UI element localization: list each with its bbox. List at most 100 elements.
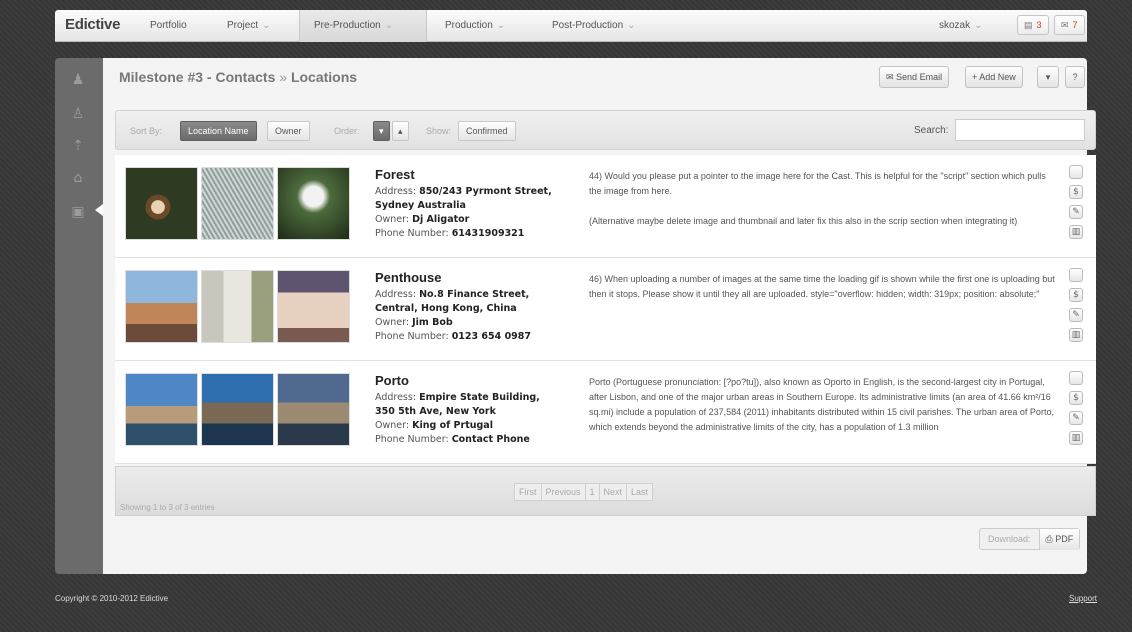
trash-icon[interactable]: ▥ — [1069, 431, 1083, 445]
location-phone: Phone Number: Contact Phone — [375, 434, 530, 445]
location-photo[interactable] — [277, 167, 350, 240]
nav-production[interactable]: Production ⌄ — [445, 20, 505, 31]
download-group: Download: ⎙ PDF — [979, 528, 1081, 550]
location-owner: Owner: Dj Aligator — [375, 214, 470, 225]
active-indicator — [95, 204, 103, 216]
location-photo[interactable] — [125, 167, 198, 240]
briefcase-icon[interactable]: ▣ — [67, 204, 89, 220]
order-label: Order: — [334, 126, 360, 136]
chevron-down-icon: ▾ — [1045, 72, 1051, 82]
location-address: Address: 850/243 Pyrmont Street, — [375, 186, 552, 197]
entries-info: Showing 1 to 3 of 3 entries — [120, 503, 215, 512]
first-page-button[interactable]: First — [515, 484, 542, 500]
page-1-button[interactable]: 1 — [586, 484, 600, 500]
main-panel: Milestone #3 - Contacts » Locations ✉ Se… — [103, 58, 1096, 574]
pdf-icon: ⎙ — [1045, 534, 1056, 544]
row-actions: $ ✎ ▥ — [1069, 371, 1083, 451]
sort-owner-button[interactable]: Owner — [267, 121, 310, 141]
list-item: Forest Address: 850/243 Pyrmont Street, … — [115, 155, 1096, 258]
chevron-down-icon: ⌄ — [974, 20, 983, 31]
money-icon[interactable]: $ — [1069, 288, 1083, 302]
edit-icon[interactable]: ✎ — [1069, 411, 1083, 425]
location-photo[interactable] — [201, 373, 274, 446]
location-phone: Phone Number: 61431909321 — [375, 228, 525, 239]
location-address-2: Sydney Australia — [375, 200, 466, 211]
tree-icon[interactable]: ⇡ — [67, 138, 89, 154]
row-actions: $ ✎ ▥ — [1069, 268, 1083, 348]
top-navbar: Edictive Portfolio Project ⌄ Pre-Producti… — [55, 10, 1087, 42]
order-asc-button[interactable]: ▴ — [392, 121, 409, 141]
edit-icon[interactable]: ✎ — [1069, 308, 1083, 322]
location-photo[interactable] — [277, 270, 350, 343]
page-title: Milestone #3 - Contacts » Locations — [119, 69, 358, 85]
location-photo[interactable] — [125, 270, 198, 343]
nav-post-production[interactable]: Post-Production ⌄ — [552, 20, 636, 31]
chevron-down-icon: ⌄ — [496, 20, 506, 31]
download-label: Download: — [980, 529, 1040, 549]
previous-page-button[interactable]: Previous — [542, 484, 586, 500]
send-email-button[interactable]: ✉ Send Email — [879, 66, 950, 88]
location-note: 44) Would you please put a pointer to th… — [589, 171, 1046, 226]
order-desc-button[interactable]: ▾ — [373, 121, 390, 141]
messages-badge[interactable]: ▤ 3 — [1017, 15, 1049, 35]
user-icon[interactable]: ♟ — [67, 72, 89, 88]
sidebar: ♟ ♙ ⇡ ⌂ ▣ — [55, 58, 103, 574]
location-photo[interactable] — [277, 373, 350, 446]
location-owner: Owner: Jim Bob — [375, 317, 453, 328]
list-item: Penthouse Address: No.8 Finance Street, … — [115, 258, 1096, 361]
location-address: Address: No.8 Finance Street, — [375, 289, 530, 300]
add-new-button[interactable]: + Add New — [965, 66, 1023, 88]
location-address-2: 350 5th Ave, New York — [375, 406, 496, 417]
sort-by-label: Sort By: — [130, 126, 163, 136]
location-photo[interactable] — [201, 167, 274, 240]
select-checkbox[interactable] — [1069, 165, 1083, 179]
pagination-bar: First Previous 1 Next Last Showing 1 to 3 of… — [115, 466, 1096, 516]
search-label: Search: — [914, 125, 949, 136]
locations-list: Forest Address: 850/243 Pyrmont Street, … — [115, 155, 1096, 464]
pagination: First Previous 1 Next Last — [514, 483, 654, 501]
location-name[interactable]: Penthouse — [375, 270, 441, 285]
help-button[interactable]: ? — [1065, 66, 1085, 88]
location-note: Porto (Portuguese pronunciation: [?po?tu… — [589, 377, 1054, 432]
location-name[interactable]: Forest — [375, 167, 415, 182]
arrow-down-icon: ▾ — [379, 126, 384, 136]
trash-icon[interactable]: ▥ — [1069, 328, 1083, 342]
list-icon: ▤ — [1024, 20, 1033, 30]
envelope-icon: ✉ — [886, 72, 897, 82]
nav-pre-production[interactable]: Pre-Production ⌄ — [314, 20, 393, 31]
select-checkbox[interactable] — [1069, 371, 1083, 385]
next-page-button[interactable]: Next — [600, 484, 628, 500]
arrow-up-icon: ▴ — [398, 126, 403, 136]
sort-location-name-button[interactable]: Location Name — [180, 121, 257, 141]
search-input[interactable] — [955, 119, 1085, 141]
last-page-button[interactable]: Last — [627, 484, 652, 500]
nav-portfolio[interactable]: Portfolio — [150, 20, 187, 31]
location-name[interactable]: Porto — [375, 373, 409, 388]
list-item: Porto Address: Empire State Building, 35… — [115, 361, 1096, 464]
trash-icon[interactable]: ▥ — [1069, 225, 1083, 239]
show-label: Show: — [426, 126, 452, 136]
nav-project[interactable]: Project ⌄ — [227, 20, 271, 31]
pdf-button[interactable]: ⎙ PDF — [1039, 529, 1080, 550]
show-confirmed-button[interactable]: Confirmed — [458, 121, 516, 141]
edit-icon[interactable]: ✎ — [1069, 205, 1083, 219]
location-photo[interactable] — [201, 270, 274, 343]
user-menu[interactable]: skozak ⌄ — [939, 20, 983, 31]
comments-badge[interactable]: ✉ 7 — [1054, 15, 1085, 35]
location-phone: Phone Number: 0123 654 0987 — [375, 331, 532, 342]
location-photo[interactable] — [125, 373, 198, 446]
brand-logo[interactable]: Edictive — [65, 16, 120, 33]
chevron-down-icon: ⌄ — [627, 20, 636, 31]
money-icon[interactable]: $ — [1069, 185, 1083, 199]
chevron-down-icon: ⌄ — [384, 20, 394, 31]
group-icon[interactable]: ♙ — [67, 106, 89, 122]
home-icon[interactable]: ⌂ — [67, 170, 89, 186]
location-address-2: Central, Hong Kong, China — [375, 303, 517, 314]
support-link[interactable]: Support — [1069, 594, 1097, 603]
money-icon[interactable]: $ — [1069, 391, 1083, 405]
location-address: Address: Empire State Building, — [375, 392, 540, 403]
select-checkbox[interactable] — [1069, 268, 1083, 282]
comment-icon: ✉ — [1061, 20, 1069, 30]
row-actions: $ ✎ ▥ — [1069, 165, 1083, 245]
add-new-dropdown-button[interactable]: ▾ — [1037, 66, 1059, 88]
